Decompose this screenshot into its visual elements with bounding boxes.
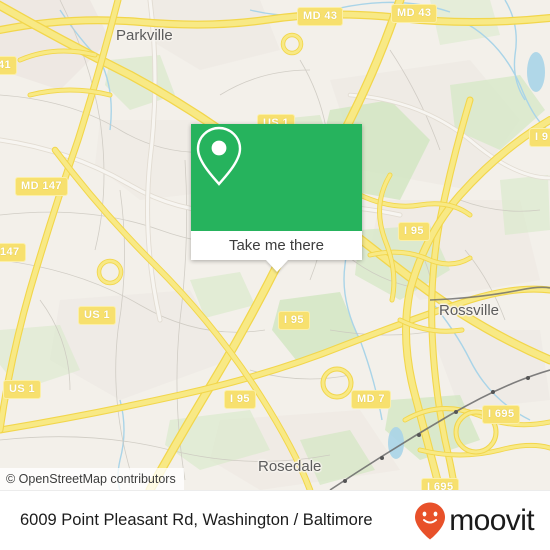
- route-shield-i-95-a: I 95: [398, 222, 430, 241]
- map-attribution: © OpenStreetMap contributors: [0, 468, 184, 490]
- place-label-rosedale: Rosedale: [258, 458, 322, 475]
- callout-header: [191, 124, 362, 231]
- route-shield-i-9-edge: I 9: [529, 128, 550, 147]
- route-shield-md-43-a: MD 43: [297, 7, 344, 26]
- callout-pointer: [265, 260, 288, 272]
- take-me-there-label: Take me there: [228, 237, 325, 254]
- map-pin-icon: [196, 126, 242, 186]
- route-shield-147: 147: [0, 243, 26, 262]
- location-callout-card[interactable]: Take me there: [191, 124, 362, 272]
- place-label-parkville: Parkville: [116, 27, 173, 44]
- route-shield-i-95-c: I 95: [224, 390, 256, 409]
- route-shield-i-695-a: I 695: [482, 405, 521, 424]
- place-label-rossville: Rossville: [439, 302, 500, 319]
- moovit-pin-smile-icon: [415, 502, 446, 539]
- footer-bar: 6009 Point Pleasant Rd, Washington / Bal…: [0, 490, 550, 550]
- route-shield-md-147: MD 147: [15, 177, 68, 196]
- route-shield-md-7: MD 7: [351, 390, 391, 409]
- route-shield-md-43-b: MD 43: [391, 4, 438, 23]
- route-shield-us-1-low: US 1: [3, 380, 42, 399]
- take-me-there-button[interactable]: Take me there: [191, 231, 362, 260]
- attribution-text: © OpenStreetMap contributors: [6, 472, 176, 486]
- map-screenshot: .water { fill:none; stroke:#a9d4e8; stro…: [0, 0, 550, 550]
- map-canvas[interactable]: .water { fill:none; stroke:#a9d4e8; stro…: [0, 0, 550, 490]
- moovit-wordmark: moovit: [449, 503, 534, 537]
- route-shield-41: 41: [0, 56, 18, 75]
- route-shield-i-95-b: I 95: [278, 311, 310, 330]
- route-shield-i-695-b: I 695: [421, 478, 460, 490]
- route-shield-us-1-mid: US 1: [78, 306, 117, 325]
- address-label: 6009 Point Pleasant Rd, Washington / Bal…: [20, 511, 373, 529]
- moovit-logo[interactable]: moovit: [413, 501, 535, 541]
